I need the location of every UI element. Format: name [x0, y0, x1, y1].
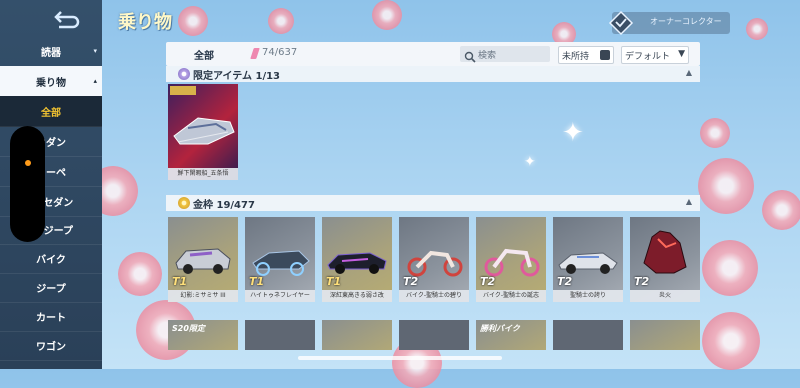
search-input[interactable]: 検索: [460, 46, 550, 63]
checkbox-icon: [600, 50, 610, 60]
sort-dropdown[interactable]: デフォルト ▼: [621, 46, 689, 64]
vehicle-card[interactable]: T1 ハイトゥネフレイヤー: [245, 217, 315, 302]
gold-medal-icon: [178, 197, 190, 209]
vehicle-card[interactable]: T2 聖騎士の誇り: [553, 217, 623, 302]
chevron-down-icon: ▾: [93, 47, 97, 55]
vehicle-art: [170, 86, 235, 145]
vehicle-card[interactable]: T2 バイク-聖騎士の誕志: [476, 217, 546, 302]
vehicle-card[interactable]: T1 深紅東高きる弱さ改: [322, 217, 392, 302]
camera-notch: [10, 126, 45, 242]
feather-icon: [250, 48, 260, 59]
tier-badge: T2: [403, 275, 419, 288]
card-tag: S20限定: [172, 324, 205, 333]
flower-decoration: [118, 252, 162, 296]
vehicle-card[interactable]: [630, 320, 700, 350]
star-icon: [178, 68, 190, 80]
flower-decoration: [268, 8, 294, 34]
vehicle-card[interactable]: [322, 320, 392, 350]
search-placeholder: 検索: [478, 51, 497, 61]
card-name: バイク-聖騎士の碧り: [399, 290, 469, 302]
card-name: 鮮下閑暇船_五条悟: [168, 168, 238, 180]
collapse-icon: ▲: [685, 197, 692, 206]
section-header-gold[interactable]: 金枠 19/477 ▲: [166, 195, 700, 211]
sidebar-item-label: バイク: [36, 254, 66, 266]
diamond-emblem-icon: [608, 10, 634, 36]
collection-count: 74/637: [262, 47, 298, 58]
card-tag: 勝利バイク: [480, 324, 520, 333]
vehicle-card[interactable]: [553, 320, 623, 350]
search-icon: [464, 48, 476, 63]
notification-dot: [25, 160, 31, 166]
sidebar-item-label: ワゴン: [36, 341, 66, 353]
tier-badge: T1: [326, 275, 342, 288]
section-header-limited[interactable]: 限定アイテム 1/13 ▲: [166, 66, 700, 82]
unowned-label: 未所持: [562, 52, 590, 62]
flower-decoration: [700, 118, 730, 148]
tier-badge: T1: [249, 275, 265, 288]
vehicle-card[interactable]: T2 炎火: [630, 217, 700, 302]
sidebar-item-bike[interactable]: バイク: [0, 243, 102, 274]
collector-label: オーナーコレクター: [650, 17, 722, 26]
sidebar-item-jeep[interactable]: ジープ: [0, 272, 102, 303]
card-name: 聖騎士の誇り: [553, 290, 623, 302]
tier-badge: T2: [557, 275, 573, 288]
chevron-up-icon: ▴: [93, 77, 97, 85]
page-title: 乗り物: [118, 12, 172, 33]
sparkle-decoration: ✦: [524, 154, 536, 170]
vehicle-card[interactable]: [245, 320, 315, 350]
section-label: 限定アイテム 1/13: [193, 71, 281, 82]
sparkle-decoration: ✦: [562, 118, 584, 148]
unowned-toggle[interactable]: 未所持: [558, 46, 614, 64]
filter-bar: 全部 74/637 検索 未所持 デフォルト ▼: [166, 42, 700, 66]
sidebar-item-label: カート: [36, 312, 66, 324]
flower-decoration: [702, 312, 760, 370]
back-arrow-icon[interactable]: [50, 8, 84, 34]
chevron-down-icon: ▼: [678, 49, 685, 59]
vehicle-card[interactable]: S20限定: [168, 320, 238, 350]
sidebar-item-label: 乗り物: [36, 77, 66, 89]
sidebar-item-kart[interactable]: カート: [0, 301, 102, 332]
category-sidebar: 読器 ▾ 乗り物 ▴ 全部 セダン クーペ EVセダン EVジープ バイク ジー…: [0, 0, 102, 369]
vehicle-card[interactable]: 勝利バイク: [476, 320, 546, 350]
card-name: ハイトゥネフレイヤー: [245, 290, 315, 302]
sidebar-item-label: 読器: [41, 47, 61, 59]
flower-decoration: [702, 240, 758, 296]
filter-all-tab[interactable]: 全部: [194, 47, 214, 62]
vehicle-card[interactable]: T2 バイク-聖騎士の碧り: [399, 217, 469, 302]
tier-badge: T2: [480, 275, 496, 288]
flower-decoration: [698, 158, 754, 214]
sidebar-item-wagon[interactable]: ワゴン: [0, 330, 102, 361]
vehicle-card[interactable]: T1 幻影:ミサミサ III: [168, 217, 238, 302]
collector-badge[interactable]: オーナーコレクター: [608, 10, 730, 36]
sidebar-item-label: 全部: [41, 107, 61, 119]
vehicle-card[interactable]: 鮮下閑暇船_五条悟: [168, 84, 238, 180]
sidebar-item-weapons[interactable]: 読器 ▾: [0, 36, 102, 67]
home-indicator: [298, 356, 502, 360]
sidebar-item-vehicles[interactable]: 乗り物 ▴: [0, 66, 102, 97]
sidebar-item-all[interactable]: 全部: [0, 96, 102, 127]
flower-decoration: [178, 6, 208, 36]
flower-decoration: [372, 0, 402, 30]
card-name: 深紅東高きる弱さ改: [322, 290, 392, 302]
collapse-icon: ▲: [685, 68, 692, 77]
tier-badge: T1: [172, 275, 188, 288]
sort-label: デフォルト: [625, 52, 671, 62]
sidebar-item-label: ジープ: [36, 283, 66, 295]
vehicle-card[interactable]: [399, 320, 469, 350]
card-name: バイク-聖騎士の誕志: [476, 290, 546, 302]
tier-badge: T2: [634, 275, 650, 288]
flower-decoration: [746, 18, 768, 40]
card-name: 炎火: [630, 290, 700, 302]
section-label: 金枠 19/477: [193, 200, 255, 211]
card-name: 幻影:ミサミサ III: [168, 290, 238, 302]
flower-decoration: [762, 190, 800, 230]
